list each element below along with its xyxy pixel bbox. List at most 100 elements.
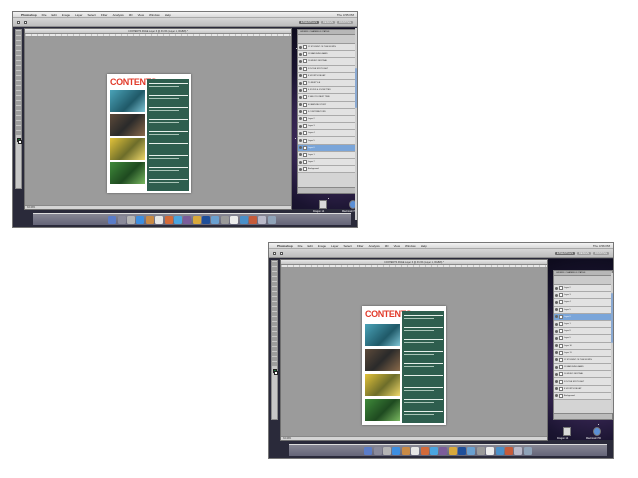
menu-analysis[interactable]: Analysis	[113, 13, 124, 17]
visibility-eye-icon[interactable]	[299, 131, 302, 135]
tab-channels[interactable]: CHANNELS	[309, 30, 321, 34]
menu-view[interactable]: View	[394, 244, 400, 248]
garageband-dock-icon[interactable]	[249, 215, 258, 224]
workspace-painting[interactable]: PAINTING	[592, 251, 609, 255]
address-book-dock-icon[interactable]	[145, 215, 154, 224]
layer-row[interactable]: Layer 1	[554, 320, 612, 329]
dragon-drive-icon[interactable]	[319, 200, 327, 209]
blur-tool-icon[interactable]	[16, 91, 21, 95]
background-color-swatch[interactable]	[18, 140, 22, 144]
layer-row[interactable]: 12 STUDENT OF THE MONTH	[298, 44, 356, 52]
safari-dock-icon[interactable]	[136, 215, 145, 224]
dodge-tool-icon[interactable]	[16, 96, 21, 100]
dodge-tool-icon[interactable]	[272, 327, 277, 331]
layer-row[interactable]: 7 LIFESTYLE	[298, 79, 356, 88]
background-color-swatch[interactable]	[274, 371, 278, 375]
crop-tool-icon[interactable]	[16, 51, 21, 55]
visibility-eye-icon[interactable]	[555, 286, 558, 290]
visibility-eye-icon[interactable]	[299, 139, 302, 143]
preview-dock-icon[interactable]	[486, 446, 495, 455]
visibility-eye-icon[interactable]	[555, 344, 558, 348]
layer-row[interactable]: 10 MUSIC FESTIVAL	[298, 58, 356, 66]
menu-filter[interactable]: Filter	[357, 244, 364, 248]
menu-select[interactable]: Select	[344, 244, 352, 248]
mail-dock-icon[interactable]	[495, 446, 504, 455]
menu-window[interactable]: Window	[149, 13, 160, 17]
dragon-drive-icon[interactable]	[563, 427, 571, 436]
visibility-eye-icon[interactable]	[555, 351, 558, 355]
bridge-dock-icon[interactable]	[467, 446, 476, 455]
layer-row[interactable]: Layer 5	[554, 306, 612, 314]
eraser-tool-icon[interactable]	[16, 81, 21, 85]
canvas-area[interactable]: CONTENTS	[25, 37, 291, 205]
visibility-eye-icon[interactable]	[299, 52, 302, 56]
move-tool-icon[interactable]	[16, 31, 21, 35]
visibility-eye-icon[interactable]	[299, 45, 302, 49]
layer-row[interactable]: 11 MARCHING BAND	[298, 51, 356, 59]
menu-layer[interactable]: Layer	[331, 244, 339, 248]
macintosh-hd-icon[interactable]	[593, 427, 601, 436]
menu-analysis[interactable]: Analysis	[369, 244, 380, 248]
address-book-dock-icon[interactable]	[401, 446, 410, 455]
system-prefs-dock-icon[interactable]	[382, 446, 391, 455]
workspace-essentials[interactable]: ESSENTIALS	[298, 20, 319, 24]
hand-tool-icon[interactable]	[16, 126, 21, 130]
document-status-bar[interactable]: 33.33%	[281, 436, 547, 440]
type-tool-icon[interactable]	[272, 337, 277, 341]
layer-row[interactable]: Background	[554, 392, 612, 400]
layer-row[interactable]: Layer 9	[554, 335, 612, 343]
itunes-dock-icon[interactable]	[173, 215, 182, 224]
marquee-tool-icon[interactable]	[272, 267, 277, 271]
path-select-tool-icon[interactable]	[16, 111, 21, 115]
visibility-eye-icon[interactable]	[555, 329, 558, 333]
layer-row[interactable]: Layer 5	[298, 137, 356, 145]
layer-row[interactable]: 10 MUSIC FESTIVAL	[554, 371, 612, 379]
pen-tool-icon[interactable]	[16, 101, 21, 105]
visibility-eye-icon[interactable]	[555, 365, 558, 369]
menu-file[interactable]: File	[42, 13, 47, 17]
workspace-design[interactable]: DESIGN	[576, 251, 591, 255]
marquee-tool-icon[interactable]	[16, 36, 21, 40]
menu-view[interactable]: View	[138, 13, 144, 17]
layer-row[interactable]: Layer 11	[554, 349, 612, 357]
healing-tool-icon[interactable]	[16, 61, 21, 65]
menu-window[interactable]: Window	[405, 244, 416, 248]
menu-edit[interactable]: Edit	[308, 244, 313, 248]
menu-image[interactable]: Image	[318, 244, 326, 248]
photo-booth-dock-icon[interactable]	[164, 215, 173, 224]
layer-row[interactable]: Layer 4	[554, 299, 612, 307]
layers-panel-footer[interactable]	[298, 187, 356, 193]
3d-rotate-tool-icon[interactable]	[16, 121, 21, 125]
zoom-tool-icon[interactable]	[272, 362, 277, 366]
photoshop-dock-icon[interactable]	[202, 215, 211, 224]
visibility-eye-icon[interactable]	[555, 380, 558, 384]
layer-row[interactable]: Layer 6	[298, 144, 356, 152]
visibility-eye-icon[interactable]	[299, 59, 302, 63]
layer-row[interactable]: 9 IN THE SPOTLIGHT	[298, 65, 356, 73]
visibility-eye-icon[interactable]	[299, 103, 302, 107]
menu-select[interactable]: Select	[88, 13, 96, 17]
menu-3d[interactable]: 3D	[385, 244, 389, 248]
menu-file[interactable]: File	[298, 244, 303, 248]
visibility-eye-icon[interactable]	[555, 300, 558, 304]
layer-row[interactable]: Layer 4	[298, 130, 356, 138]
layer-row[interactable]: Layer 2	[554, 285, 612, 293]
menu-edit[interactable]: Edit	[52, 13, 57, 17]
imovie-dock-icon[interactable]	[183, 215, 192, 224]
contents-page[interactable]: CONTENTS	[362, 306, 446, 425]
visibility-eye-icon[interactable]	[555, 315, 558, 319]
workspace-painting[interactable]: PAINTING	[336, 20, 353, 24]
visibility-eye-icon[interactable]	[299, 81, 302, 85]
visibility-eye-icon[interactable]	[555, 322, 558, 326]
time-machine-dock-icon[interactable]	[476, 446, 485, 455]
auto-select-checkbox[interactable]	[273, 251, 276, 255]
menu-help[interactable]: Help	[421, 244, 427, 248]
layer-row[interactable]: 12 STUDENT OF THE MONTH	[554, 356, 612, 365]
layer-row[interactable]: 4 FEATURE STORY	[298, 101, 356, 109]
tab-channels[interactable]: CHANNELS	[565, 271, 577, 275]
gradient-tool-icon[interactable]	[16, 86, 21, 90]
layer-row[interactable]: Layer 8	[554, 328, 612, 336]
imovie-dock-icon[interactable]	[439, 446, 448, 455]
dashboard-dock-icon[interactable]	[373, 446, 382, 455]
type-tool-icon[interactable]	[16, 106, 21, 110]
